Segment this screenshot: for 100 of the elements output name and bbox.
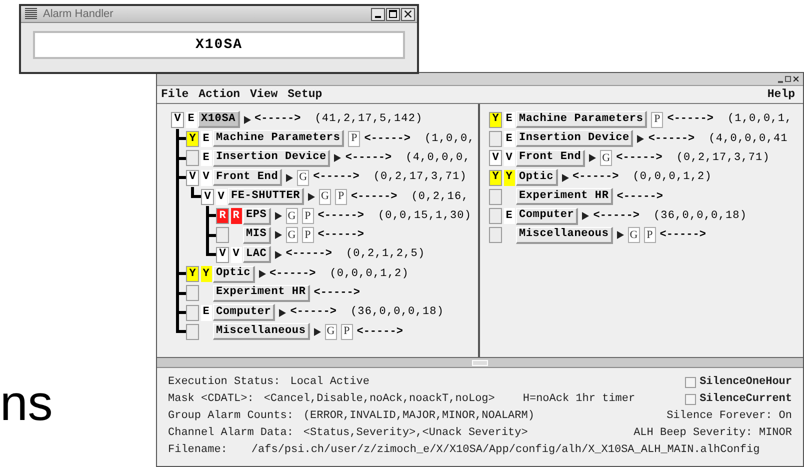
related-process-link[interactable]: <-----> (648, 130, 695, 148)
acknowledged-severity-box[interactable]: V (216, 246, 229, 263)
arrow-icon[interactable] (274, 231, 282, 240)
group-name-button[interactable]: Front End (516, 150, 586, 167)
related-process-link[interactable]: <-----> (660, 227, 706, 244)
guidance-button[interactable]: G (628, 227, 640, 244)
guidance-button[interactable]: G (600, 150, 612, 166)
group-name-button[interactable]: Computer (213, 304, 276, 322)
group-name-button[interactable]: Machine Parameters (516, 111, 648, 128)
acknowledged-severity-box[interactable]: V (489, 150, 502, 166)
related-process-link[interactable]: <-----> (364, 130, 410, 148)
group-name-button[interactable]: Optic (213, 266, 255, 283)
related-process-link[interactable]: <-----> (254, 111, 301, 128)
arrow-icon[interactable] (258, 270, 266, 278)
group-name-button[interactable]: Insertion Device (516, 130, 634, 148)
unacknowledged-severity-box: V (216, 188, 226, 205)
guidance-button[interactable]: G (324, 324, 337, 340)
acknowledged-severity-box[interactable]: Y (186, 266, 199, 282)
related-process-link[interactable]: <-----> (345, 150, 392, 166)
related-process-link[interactable]: <-----> (351, 188, 398, 206)
group-name-button[interactable]: X10SA (198, 111, 240, 128)
slide-text: ns (0, 378, 53, 428)
group-summary-button[interactable]: X10SA (33, 31, 405, 59)
acknowledged-severity-box[interactable]: V (201, 188, 214, 205)
group-name-button[interactable]: Experiment HR (516, 188, 613, 206)
acknowledged-severity-box[interactable]: V (171, 112, 184, 128)
related-process-link[interactable]: <-----> (313, 169, 360, 186)
minimize-icon[interactable] (778, 80, 783, 82)
unacknowledged-severity-box: V (200, 170, 212, 186)
related-process-link[interactable]: <-----> (593, 208, 640, 224)
group-name-button[interactable]: Experiment HR (213, 284, 310, 302)
guidance-button[interactable]: G (297, 170, 310, 186)
guidance-button[interactable]: P (335, 188, 348, 205)
guidance-button[interactable]: G (286, 208, 298, 224)
group-name-button[interactable]: Computer (516, 208, 578, 225)
close-icon[interactable] (793, 76, 799, 82)
related-process-link[interactable]: <-----> (270, 266, 316, 282)
related-process-link[interactable]: <-----> (318, 227, 364, 244)
status-value: (ERROR,INVALID,MAJOR,MINOR,NOALARM) (303, 409, 534, 424)
related-process-link[interactable]: <-----> (286, 246, 332, 263)
maximize-icon[interactable] (785, 76, 791, 82)
group-name-button[interactable]: EPS (243, 208, 271, 225)
arrow-icon[interactable] (308, 192, 316, 201)
related-process-link[interactable]: <-----> (356, 324, 403, 340)
arrow-icon[interactable] (637, 134, 644, 143)
help-menu[interactable]: Help (767, 86, 795, 104)
related-process-link[interactable]: <-----> (572, 169, 619, 186)
arrow-icon[interactable] (274, 212, 282, 220)
group-name-button[interactable]: LAC (243, 246, 271, 264)
guidance-button[interactable]: P (644, 227, 656, 244)
group-name-button[interactable]: Optic (516, 169, 558, 186)
window-title: Alarm Handler (43, 6, 114, 22)
menu-item[interactable]: Action (198, 86, 240, 104)
group-name-button[interactable]: Front End (213, 169, 282, 186)
acknowledged-severity-box[interactable]: Y (186, 130, 199, 147)
group-name-button[interactable]: Machine Parameters (213, 130, 344, 148)
arrow-icon[interactable] (286, 174, 294, 182)
arrow-icon[interactable] (244, 116, 251, 124)
guidance-button[interactable]: P (348, 130, 360, 147)
alarm-counts: (0,2,1,2,5) (346, 247, 426, 262)
guidance-button[interactable]: P (340, 324, 353, 340)
checkbox[interactable] (684, 377, 696, 388)
related-process-link[interactable]: <-----> (290, 304, 336, 321)
arrow-icon[interactable] (562, 174, 569, 182)
arrow-icon[interactable] (279, 308, 286, 317)
related-process-link[interactable]: <-----> (616, 188, 663, 206)
checkbox[interactable] (684, 394, 696, 405)
arrow-icon[interactable] (314, 328, 321, 336)
guidance-button[interactable]: G (319, 188, 332, 205)
arrow-icon[interactable] (616, 231, 624, 240)
group-name-button[interactable]: FE-SHUTTER (228, 188, 304, 206)
maximize-button[interactable] (386, 8, 400, 20)
guidance-button[interactable]: P (302, 208, 314, 224)
arrow-icon[interactable] (274, 250, 282, 259)
acknowledged-severity-box[interactable]: R (216, 208, 229, 224)
menu-item[interactable]: File (161, 86, 189, 104)
group-name-button[interactable]: MIS (243, 226, 271, 244)
acknowledged-severity-box[interactable]: Y (489, 170, 502, 186)
acknowledged-severity-box[interactable]: V (186, 170, 199, 186)
guidance-button[interactable]: G (286, 227, 298, 244)
acknowledged-severity-box[interactable]: Y (489, 112, 502, 128)
close-icon[interactable] (404, 10, 412, 18)
guidance-button[interactable]: P (302, 227, 314, 244)
status-value: Local Active (290, 375, 370, 390)
guidance-button[interactable]: P (651, 112, 664, 128)
menu-item[interactable]: Setup (288, 86, 322, 104)
related-process-link[interactable]: <-----> (318, 208, 364, 224)
arrow-icon[interactable] (334, 154, 342, 162)
group-name-button[interactable]: Miscellaneous (213, 323, 310, 340)
related-process-link[interactable]: <-----> (314, 285, 360, 302)
related-process-link[interactable]: <-----> (667, 111, 714, 128)
close-button[interactable] (401, 8, 415, 20)
related-process-link[interactable]: <-----> (616, 150, 662, 166)
minimize-button[interactable] (371, 8, 385, 20)
menu-icon[interactable] (25, 8, 37, 20)
menu-item[interactable]: View (250, 86, 278, 104)
group-name-button[interactable]: Miscellaneous (516, 226, 613, 244)
group-name-button[interactable]: Insertion Device (213, 150, 330, 167)
arrow-icon[interactable] (589, 154, 596, 162)
arrow-icon[interactable] (582, 212, 590, 220)
